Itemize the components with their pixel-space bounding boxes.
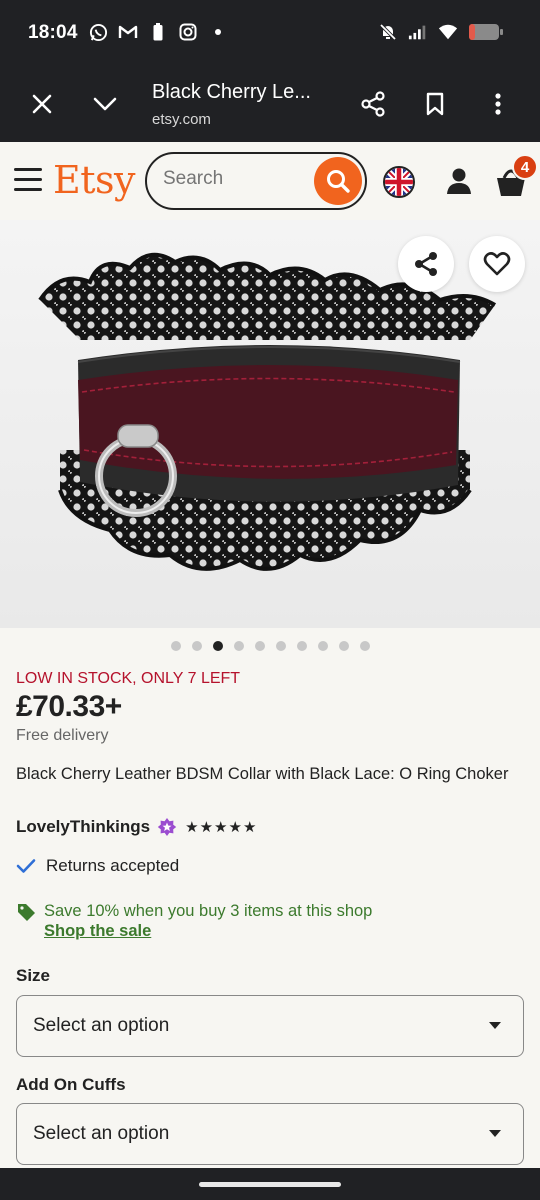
bookmark-button[interactable] bbox=[417, 86, 453, 122]
battery-icon bbox=[468, 22, 504, 42]
more-vert-icon bbox=[495, 93, 501, 115]
instagram-icon bbox=[178, 22, 198, 42]
delivery-info: Free delivery bbox=[16, 727, 109, 744]
page-title: Black Cherry Le... bbox=[152, 81, 311, 103]
user-icon bbox=[447, 168, 471, 194]
carousel-dot[interactable] bbox=[359, 641, 370, 651]
search-bar[interactable] bbox=[145, 152, 367, 210]
tag-icon bbox=[18, 904, 35, 921]
add-on-cuffs-select-value: Select an option bbox=[33, 1123, 170, 1144]
image-carousel-dots bbox=[0, 641, 540, 651]
product-price: £70.33+ bbox=[16, 690, 122, 723]
carousel-dot[interactable] bbox=[296, 641, 307, 651]
favorite-button[interactable] bbox=[469, 236, 525, 292]
share-product-button[interactable] bbox=[398, 236, 454, 292]
heart-icon bbox=[483, 252, 511, 276]
close-icon bbox=[32, 94, 52, 114]
caret-down-icon bbox=[489, 1130, 501, 1137]
returns-row: Returns accepted bbox=[16, 856, 179, 876]
system-icons bbox=[378, 22, 504, 42]
close-tab-button[interactable] bbox=[24, 86, 60, 122]
promo-text: Save 10% when you buy 3 items at this sh… bbox=[44, 902, 373, 920]
share-icon bbox=[415, 252, 437, 276]
gmail-icon bbox=[118, 22, 138, 42]
checkmark-icon bbox=[16, 859, 36, 873]
size-label: Size bbox=[16, 966, 51, 985]
search-button[interactable] bbox=[314, 157, 362, 205]
menu-button[interactable] bbox=[14, 168, 42, 192]
carousel-dot[interactable] bbox=[191, 641, 202, 651]
system-nav-bar bbox=[0, 1168, 540, 1200]
star-icon: ★ bbox=[185, 819, 199, 836]
size-select[interactable]: Select an option bbox=[16, 995, 524, 1057]
site-header: Etsy 4 bbox=[0, 142, 540, 220]
add-on-cuffs-select[interactable]: Select an option bbox=[16, 1103, 524, 1165]
carousel-dot[interactable] bbox=[338, 641, 349, 651]
more-options-button[interactable] bbox=[480, 86, 516, 122]
search-icon bbox=[327, 170, 350, 193]
battery-small-icon bbox=[148, 22, 168, 42]
shop-name-link[interactable]: LovelyThinkings bbox=[16, 817, 150, 837]
collar-photo bbox=[0, 220, 540, 628]
carousel-dot[interactable] bbox=[233, 641, 244, 651]
dot-icon bbox=[208, 22, 228, 42]
browser-toolbar: Black Cherry Le... etsy.com bbox=[0, 66, 540, 142]
add-on-cuffs-label: Add On Cuffs bbox=[16, 1075, 126, 1094]
share-icon bbox=[361, 91, 385, 117]
account-button[interactable] bbox=[444, 166, 474, 196]
star-seller-icon bbox=[157, 817, 177, 837]
caret-down-icon bbox=[489, 1022, 501, 1029]
carousel-dot[interactable] bbox=[170, 641, 181, 651]
status-bar: 18:04 bbox=[0, 0, 540, 66]
carousel-dot[interactable] bbox=[212, 641, 223, 651]
star-icon: ★ bbox=[214, 819, 228, 836]
etsy-logo[interactable]: Etsy bbox=[53, 158, 135, 202]
signal-icon bbox=[408, 22, 428, 42]
rating-stars[interactable]: ★ ★ ★ ★ ★ bbox=[185, 818, 256, 836]
whatsapp-icon bbox=[88, 22, 108, 42]
home-gesture-handle[interactable] bbox=[199, 1182, 341, 1187]
search-input[interactable] bbox=[163, 168, 313, 190]
star-icon: ★ bbox=[242, 819, 257, 836]
cart-count-badge: 4 bbox=[512, 154, 538, 180]
mute-icon bbox=[378, 22, 398, 42]
shop-row: LovelyThinkings ★ ★ ★ ★ ★ bbox=[16, 817, 256, 837]
returns-label: Returns accepted bbox=[46, 856, 180, 875]
shop-the-sale-link[interactable]: Shop the sale bbox=[44, 922, 151, 941]
star-icon: ★ bbox=[228, 819, 242, 836]
status-time: 18:04 bbox=[28, 22, 78, 43]
size-select-value: Select an option bbox=[33, 1015, 170, 1036]
carousel-dot[interactable] bbox=[317, 641, 328, 651]
carousel-dot[interactable] bbox=[254, 641, 265, 651]
minimize-button[interactable] bbox=[87, 86, 123, 122]
wifi-icon bbox=[438, 22, 458, 42]
page-url: etsy.com bbox=[152, 111, 211, 128]
uk-flag-icon[interactable] bbox=[383, 166, 415, 198]
product-title: Black Cherry Leather BDSM Collar with Bl… bbox=[16, 765, 509, 783]
carousel-dot[interactable] bbox=[275, 641, 286, 651]
stock-notice: LOW IN STOCK, ONLY 7 LEFT bbox=[16, 670, 241, 687]
bookmark-icon bbox=[426, 92, 444, 116]
product-image[interactable] bbox=[0, 220, 540, 628]
chevron-down-icon bbox=[93, 97, 117, 111]
star-icon: ★ bbox=[199, 819, 214, 836]
notification-icons bbox=[88, 22, 228, 42]
share-button[interactable] bbox=[355, 86, 391, 122]
